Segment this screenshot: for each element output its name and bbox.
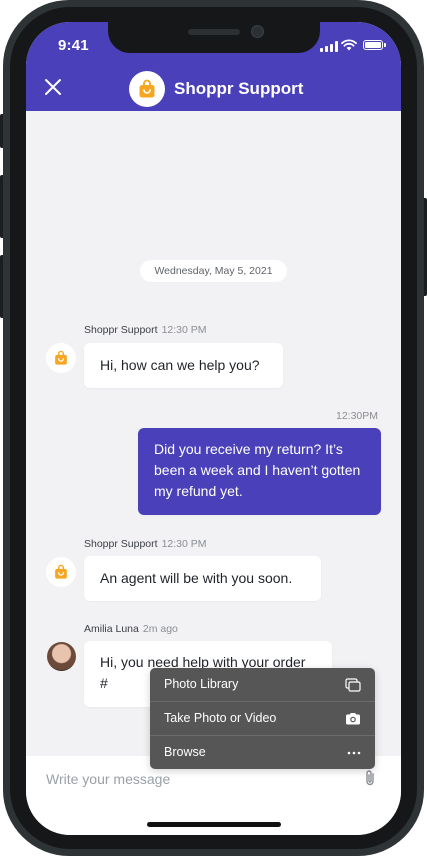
sender-name: Shoppr Support	[84, 324, 158, 336]
menu-item-label: Browse	[164, 745, 206, 759]
message-input[interactable]	[44, 766, 348, 792]
menu-item-photo-library[interactable]: Photo Library	[150, 668, 375, 701]
outgoing-message: Did you receive my return? It’s been a w…	[138, 428, 381, 515]
message-time: 12:30 PM	[161, 538, 207, 550]
sender-name: Shoppr Support	[84, 538, 158, 550]
message-time: 12:30 PM	[161, 324, 207, 336]
home-indicator	[147, 822, 281, 827]
message-meta: Shoppr Support 12:30 PM	[84, 324, 207, 336]
shopping-bag-icon	[55, 350, 67, 365]
attachment-menu: Photo Library Take Photo or Video Browse	[150, 668, 375, 769]
shopping-bag-icon	[139, 79, 155, 98]
message-time: 2m ago	[142, 623, 178, 635]
message-meta: Amilia Luna 2m ago	[84, 623, 178, 635]
menu-item-label: Take Photo or Video	[164, 711, 277, 725]
battery-tip	[384, 43, 386, 47]
menu-item-label: Photo Library	[164, 677, 239, 691]
photo-library-icon	[345, 678, 361, 692]
paperclip-icon[interactable]	[363, 769, 377, 787]
front-camera	[251, 25, 264, 38]
message-text: Did you receive my return? It’s been a w…	[154, 441, 361, 499]
message-text: An agent will be with you soon.	[100, 570, 293, 586]
incoming-message: Hi, how can we help you?	[84, 343, 283, 388]
more-icon	[347, 751, 361, 755]
app-screen: 9:41 Shoppr Support Wednesday, May 5, 20…	[26, 22, 401, 835]
agent-avatar	[47, 642, 76, 671]
message-text: Hi, how can we help you?	[100, 357, 260, 373]
message-meta: Shoppr Support 12:30 PM	[84, 538, 207, 550]
device-notch	[108, 22, 320, 53]
support-avatar	[46, 343, 76, 373]
chat-header: 9:41 Shoppr Support	[26, 22, 401, 111]
menu-item-browse[interactable]: Browse	[150, 736, 375, 769]
message-meta: 12:30PM	[336, 410, 378, 422]
incoming-message: An agent will be with you soon.	[84, 556, 321, 601]
wifi-icon	[341, 39, 357, 51]
cellular-signal-icon	[320, 41, 338, 52]
speaker-grille	[188, 29, 240, 35]
chat-title: Shoppr Support	[174, 79, 304, 98]
close-icon[interactable]	[42, 76, 64, 98]
date-divider: Wednesday, May 5, 2021	[140, 260, 287, 282]
battery-icon	[363, 40, 383, 50]
message-time: 12:30PM	[336, 410, 379, 422]
support-avatar	[46, 557, 76, 587]
sender-name: Amilia Luna	[84, 623, 139, 635]
shopping-bag-icon	[55, 564, 67, 579]
menu-item-take-photo[interactable]: Take Photo or Video	[150, 702, 375, 735]
status-time: 9:41	[58, 37, 89, 54]
shoppr-logo	[129, 71, 165, 107]
camera-icon	[346, 713, 360, 725]
